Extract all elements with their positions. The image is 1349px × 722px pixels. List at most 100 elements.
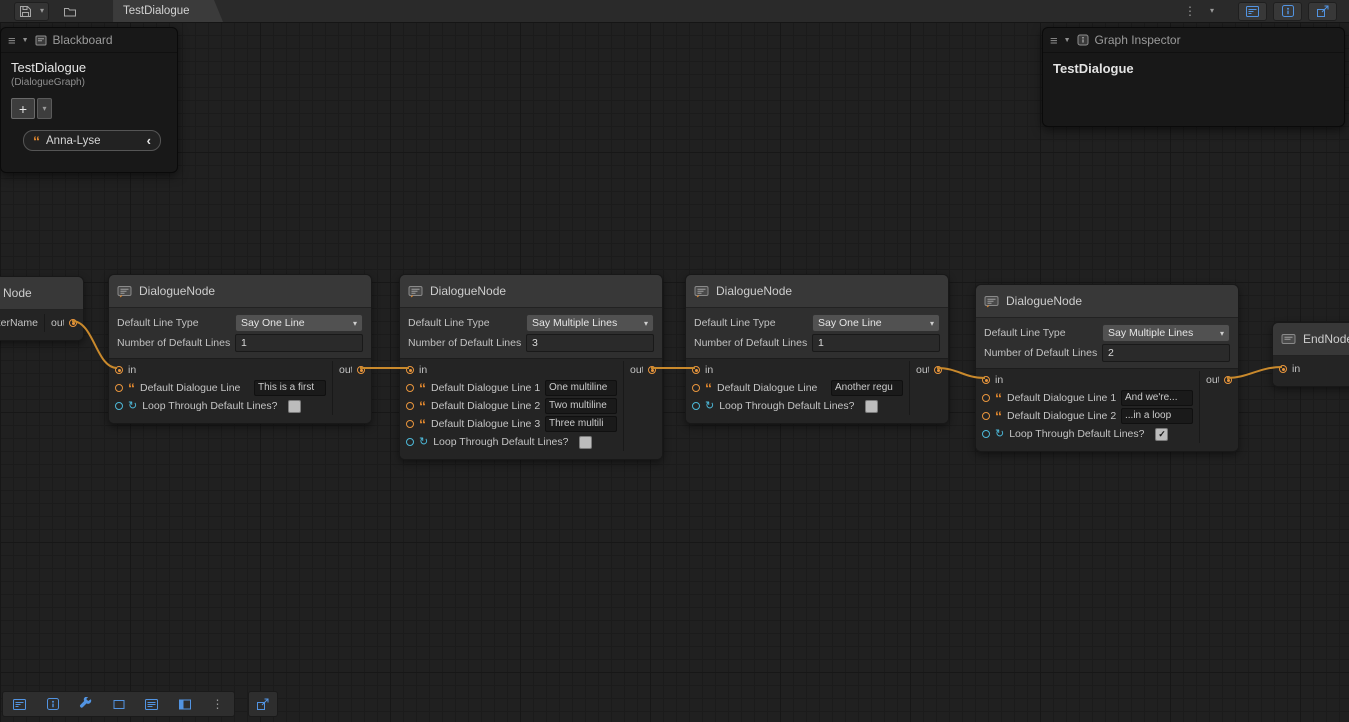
- input-port[interactable]: [1279, 365, 1287, 373]
- output-port[interactable]: [648, 366, 656, 374]
- dialogue-line-port[interactable]: [692, 384, 700, 392]
- chevron-left-icon[interactable]: ‹: [147, 134, 151, 147]
- toolbar-dropdown-button[interactable]: ▾: [1206, 2, 1218, 20]
- node-title-bar[interactable]: DialogueNode: [400, 275, 662, 308]
- dialogue-line-port[interactable]: [982, 394, 990, 402]
- dialogue-line-port[interactable]: [982, 412, 990, 420]
- dialogue-line-field[interactable]: Two multiline: [545, 398, 617, 414]
- port-row[interactable]: out: [45, 314, 83, 332]
- port-row[interactable]: in: [109, 361, 332, 379]
- open-asset-button[interactable]: [59, 2, 81, 20]
- node-title-bar[interactable]: Node: [0, 277, 83, 310]
- add-property-button[interactable]: +: [11, 98, 35, 119]
- dialogue-line-field[interactable]: Three multili: [545, 416, 617, 432]
- bottom-inspector-button[interactable]: [36, 693, 69, 715]
- toolbar-kebab-button[interactable]: ⋮: [1180, 2, 1200, 20]
- dialogue-line-field[interactable]: One multiline: [545, 380, 617, 396]
- num-default-lines-field[interactable]: 3: [526, 334, 654, 352]
- loop-checkbox[interactable]: [579, 436, 592, 449]
- node-title-bar[interactable]: DialogueNode: [686, 275, 948, 308]
- port-row[interactable]: “ Default Dialogue Line Another regu: [686, 379, 909, 397]
- line-type-dropdown[interactable]: Say One Line ▾: [812, 314, 940, 332]
- port-row[interactable]: “ Default Dialogue Line 2 ...in a loop: [976, 407, 1199, 425]
- bottom-frame-button[interactable]: [102, 693, 135, 715]
- input-port[interactable]: [406, 366, 414, 374]
- end-node[interactable]: EndNode in: [1272, 322, 1349, 387]
- bottom-kebab-button[interactable]: ⋮: [201, 693, 234, 715]
- num-default-lines-field[interactable]: 1: [235, 334, 363, 352]
- loop-checkbox[interactable]: [288, 400, 301, 413]
- port-row[interactable]: “ Default Dialogue Line 1 One multiline: [400, 379, 623, 397]
- port-row[interactable]: kerName: [0, 314, 44, 332]
- dialogue-line-field[interactable]: And we're...: [1121, 390, 1193, 406]
- inspector-toggle-button[interactable]: [1273, 2, 1302, 21]
- line-type-dropdown[interactable]: Say Multiple Lines ▾: [1102, 324, 1230, 342]
- port-row[interactable]: “ Default Dialogue Line 2 Two multiline: [400, 397, 623, 415]
- dialogue-node-1[interactable]: DialogueNode Default Line Type Say One L…: [108, 274, 372, 424]
- graph-inspector-panel[interactable]: ≡ ▼ Graph Inspector TestDialogue: [1042, 27, 1345, 127]
- loop-port[interactable]: [115, 402, 123, 410]
- port-row[interactable]: out: [910, 361, 948, 379]
- collapse-triangle-icon[interactable]: ▼: [22, 37, 29, 44]
- port-row[interactable]: in: [976, 371, 1199, 389]
- hamburger-icon[interactable]: ≡: [8, 34, 16, 47]
- hamburger-icon[interactable]: ≡: [1050, 34, 1058, 47]
- loop-checkbox[interactable]: ✓: [1155, 428, 1168, 441]
- port-row[interactable]: ↻ Loop Through Default Lines?: [686, 397, 909, 415]
- dialogue-line-field[interactable]: Another regu: [831, 380, 903, 396]
- dialogue-line-port[interactable]: [406, 384, 414, 392]
- blackboard-field-pill[interactable]: “ Anna-Lyse ‹: [23, 130, 161, 151]
- add-property-dropdown[interactable]: ▾: [37, 98, 52, 119]
- dialogue-line-field[interactable]: This is a first: [254, 380, 326, 396]
- port-row[interactable]: out: [333, 361, 371, 379]
- blackboard-toggle-button[interactable]: [1238, 2, 1267, 21]
- bottom-popout-button[interactable]: [248, 691, 278, 717]
- port-row[interactable]: “ Default Dialogue Line This is a first: [109, 379, 332, 397]
- start-node[interactable]: Node kerName out: [0, 276, 84, 341]
- port-row[interactable]: in: [400, 361, 623, 379]
- port-row[interactable]: ↻ Loop Through Default Lines? ✓: [976, 425, 1199, 443]
- graph-inspector-header[interactable]: ≡ ▼ Graph Inspector: [1043, 28, 1344, 53]
- bottom-board-button[interactable]: [135, 693, 168, 715]
- port-row[interactable]: out: [624, 361, 662, 379]
- bottom-panel-button[interactable]: [168, 693, 201, 715]
- popout-toggle-button[interactable]: [1308, 2, 1337, 21]
- save-dropdown-button[interactable]: ▾: [36, 4, 48, 19]
- line-type-dropdown[interactable]: Say One Line ▾: [235, 314, 363, 332]
- save-button[interactable]: [15, 4, 36, 19]
- bottom-blackboard-button[interactable]: [3, 693, 36, 715]
- dialogue-node-2[interactable]: DialogueNode Default Line Type Say Multi…: [399, 274, 663, 460]
- loop-port[interactable]: [982, 430, 990, 438]
- bottom-preferences-button[interactable]: [69, 693, 102, 715]
- dialogue-line-port[interactable]: [406, 420, 414, 428]
- loop-port[interactable]: [692, 402, 700, 410]
- graph-tab[interactable]: TestDialogue: [113, 0, 223, 22]
- port-row[interactable]: out: [1200, 371, 1238, 389]
- port-row[interactable]: in: [686, 361, 909, 379]
- dialogue-line-port[interactable]: [115, 384, 123, 392]
- port-row[interactable]: ↻ Loop Through Default Lines?: [109, 397, 332, 415]
- port-row[interactable]: ↻ Loop Through Default Lines?: [400, 433, 623, 451]
- graph-canvas[interactable]: Node kerName out: [0, 22, 1349, 722]
- blackboard-header[interactable]: ≡ ▼ Blackboard: [1, 28, 177, 53]
- input-port[interactable]: [692, 366, 700, 374]
- input-port[interactable]: [115, 366, 123, 374]
- dialogue-line-port[interactable]: [406, 402, 414, 410]
- loop-checkbox[interactable]: [865, 400, 878, 413]
- num-default-lines-field[interactable]: 2: [1102, 344, 1230, 362]
- dialogue-node-4[interactable]: DialogueNode Default Line Type Say Multi…: [975, 284, 1239, 452]
- node-title-bar[interactable]: EndNode: [1273, 323, 1349, 356]
- num-default-lines-field[interactable]: 1: [812, 334, 940, 352]
- loop-port[interactable]: [406, 438, 414, 446]
- port-row[interactable]: “ Default Dialogue Line 3 Three multili: [400, 415, 623, 433]
- node-title-bar[interactable]: DialogueNode: [976, 285, 1238, 318]
- output-port[interactable]: [357, 366, 365, 374]
- node-title-bar[interactable]: DialogueNode: [109, 275, 371, 308]
- port-row[interactable]: “ Default Dialogue Line 1 And we're...: [976, 389, 1199, 407]
- dialogue-line-field[interactable]: ...in a loop: [1121, 408, 1193, 424]
- output-port[interactable]: [1224, 376, 1232, 384]
- collapse-triangle-icon[interactable]: ▼: [1064, 37, 1071, 44]
- input-port[interactable]: [982, 376, 990, 384]
- port-row[interactable]: in: [1273, 360, 1349, 378]
- output-port[interactable]: [69, 319, 77, 327]
